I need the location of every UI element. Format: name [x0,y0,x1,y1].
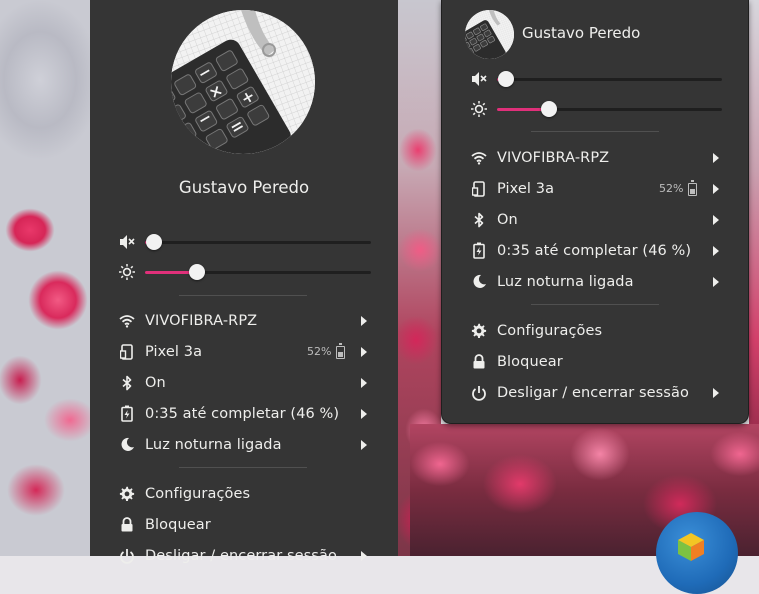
lock-icon [118,516,136,534]
volume-slider-handle[interactable] [146,234,163,250]
brightness-icon [118,263,136,281]
separator [531,131,659,132]
settings-label: Configurações [497,322,603,339]
wifi-item[interactable]: VIVOFIBRA-RPZ [90,305,398,336]
volume-slider-track [497,78,722,81]
calculator-photo [171,10,315,154]
volume-slider[interactable] [497,65,722,93]
wifi-label: VIVOFIBRA-RPZ [145,312,258,329]
user-name[interactable]: Gustavo Peredo [90,178,398,197]
bluetooth-label: On [497,211,518,228]
device-label: Pixel 3a [145,343,203,360]
wallpaper-right-edge [749,0,759,424]
system-menu-expanded: Gustavo Peredo VIVOFIBRA-RPZ Pixel 3a 52… [90,0,398,564]
chevron-right-icon [713,152,719,163]
bluetooth-item[interactable]: On [442,204,748,235]
volume-slider-handle[interactable] [498,71,514,87]
power-off-label: Desligar / encerrar sessão [497,384,689,401]
power-status-item[interactable]: 0:35 até completar (46 %) [90,398,398,429]
brightness-slider-handle[interactable] [188,264,205,280]
battery-charging-icon [118,405,136,423]
device-item[interactable]: Pixel 3a 52% [442,173,748,204]
volume-slider[interactable] [145,228,371,256]
gear-icon [118,485,136,503]
separator [179,467,307,468]
wallpaper-left [0,0,90,556]
wifi-icon [118,312,136,330]
chevron-right-icon [713,183,719,194]
chevron-right-icon [361,315,367,326]
device-battery-percent: 52% [307,345,332,358]
chevron-right-icon [713,214,719,225]
lock-icon [470,353,488,371]
user-avatar[interactable] [465,10,514,59]
moon-icon [470,273,488,291]
battery-charging-icon [470,242,488,260]
separator [179,295,307,296]
calculator-photo [465,10,514,59]
user-avatar[interactable] [171,10,315,154]
bluetooth-label: On [145,374,166,391]
volume-slider-track [145,241,371,244]
power-status-label: 0:35 até completar (46 %) [497,242,692,259]
separator [531,304,659,305]
moon-icon [118,436,136,454]
lock-item[interactable]: Bloquear [442,346,748,377]
settings-item[interactable]: Configurações [90,478,398,509]
power-status-item[interactable]: 0:35 até completar (46 %) [442,235,748,266]
device-item[interactable]: Pixel 3a 52% [90,336,398,367]
system-menu-compact: Gustavo Peredo VIVOFIBRA-RPZ Pixel 3a 52… [441,0,749,424]
lock-label: Bloquear [145,516,211,533]
brightness-slider[interactable] [497,95,722,123]
battery-icon [336,343,345,359]
settings-label: Configurações [145,485,251,502]
cube-logo-icon [678,533,704,561]
night-light-label: Luz noturna ligada [145,436,282,453]
brightness-slider[interactable] [145,258,371,286]
wifi-icon [470,149,488,167]
brightness-icon [470,100,488,118]
device-label: Pixel 3a [497,180,555,197]
volume-muted-icon [470,70,488,88]
phone-icon [118,343,136,361]
user-name[interactable]: Gustavo Peredo [522,24,640,42]
chevron-right-icon [361,346,367,357]
chevron-right-icon [361,408,367,419]
bluetooth-icon [470,211,488,229]
power-off-item[interactable]: Desligar / encerrar sessão [442,377,748,408]
battery-icon [688,180,697,196]
phone-icon [470,180,488,198]
volume-muted-icon [118,233,136,251]
app-launcher-icon[interactable] [656,512,738,594]
power-status-label: 0:35 até completar (46 %) [145,405,340,422]
night-light-item[interactable]: Luz noturna ligada [442,266,748,297]
chevron-right-icon [713,387,719,398]
lock-label: Bloquear [497,353,563,370]
night-light-item[interactable]: Luz noturna ligada [90,429,398,460]
wifi-item[interactable]: VIVOFIBRA-RPZ [442,142,748,173]
gear-icon [470,322,488,340]
chevron-right-icon [361,377,367,388]
brightness-slider-handle[interactable] [540,101,557,117]
chevron-right-icon [713,276,719,287]
device-battery-percent: 52% [659,182,684,195]
wifi-label: VIVOFIBRA-RPZ [497,149,610,166]
lock-item[interactable]: Bloquear [90,509,398,540]
bluetooth-icon [118,374,136,392]
night-light-label: Luz noturna ligada [497,273,634,290]
power-icon [470,384,488,402]
bluetooth-item[interactable]: On [90,367,398,398]
chevron-right-icon [713,245,719,256]
settings-item[interactable]: Configurações [442,315,748,346]
chevron-right-icon [361,439,367,450]
